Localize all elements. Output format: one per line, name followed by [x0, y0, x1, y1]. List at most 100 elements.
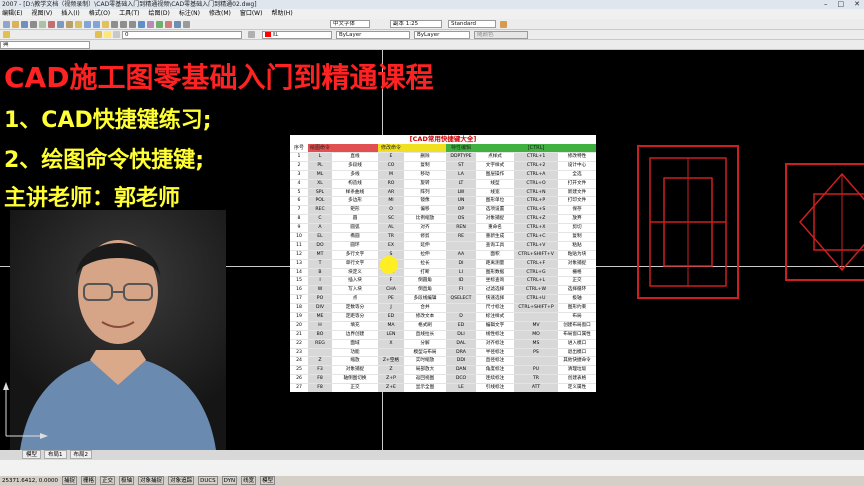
- status-toggle-3[interactable]: 极轴: [119, 476, 135, 485]
- color-select[interactable]: 红: [262, 31, 332, 39]
- table-cell: 修改特性: [567, 154, 587, 159]
- table-cell: 模型与布局: [413, 349, 437, 355]
- menu-item-6[interactable]: 标注(N): [179, 9, 200, 19]
- status-toggle-1[interactable]: 栅格: [81, 476, 97, 485]
- menu-item-3[interactable]: 格式(O): [89, 9, 110, 19]
- table-cell: CTRL+U: [514, 295, 558, 304]
- table-cell: 16: [296, 287, 302, 293]
- status-toggle-7[interactable]: DYN: [221, 476, 238, 485]
- table-cell: 镜像: [420, 198, 430, 204]
- menu-item-9[interactable]: 帮助(H): [271, 9, 292, 19]
- pan-icon[interactable]: [102, 21, 109, 28]
- lesson-point-1: 1、CAD快捷键练习;: [4, 108, 212, 133]
- paste-icon[interactable]: [66, 21, 73, 28]
- markup-icon[interactable]: [165, 21, 172, 28]
- color-swatch-icon: [265, 32, 271, 37]
- tab-1[interactable]: 布局1: [44, 450, 67, 459]
- table-cell: Z+E: [378, 384, 404, 392]
- table-cell: W: [308, 286, 332, 295]
- print-icon[interactable]: [30, 21, 37, 28]
- dim-style-select[interactable]: 副本 1:25: [390, 20, 442, 28]
- quickcalc-icon[interactable]: [174, 21, 181, 28]
- text-style-select[interactable]: 中文字体: [330, 20, 370, 28]
- table-cell: 点样式: [488, 154, 502, 159]
- reference-header-cell: [CTRL]: [514, 144, 558, 152]
- workspace-select[interactable]: 典: [0, 41, 90, 49]
- menu-item-2[interactable]: 插入(I): [61, 9, 79, 19]
- status-toggle-5[interactable]: 对象追踪: [168, 476, 195, 485]
- drawing-canvas[interactable]: CAD施工图零基础入门到精通课程 1、CAD快捷键练习; 2、绘图命令快捷键; …: [0, 50, 864, 450]
- cut-icon[interactable]: [48, 21, 55, 28]
- layer-lock-icon[interactable]: [113, 31, 120, 38]
- table-cell: 圆弧: [350, 225, 360, 231]
- table-row: 27 F8 正交 Z+E 显示全图 LE 引线标注 ATT 定义属性: [290, 383, 596, 392]
- table-row: 19 ME 定距等分 ED 修改文本 D 标注样式 布局: [290, 312, 596, 321]
- preview-icon[interactable]: [39, 21, 46, 28]
- status-toggle-9[interactable]: 模型: [260, 476, 276, 485]
- table-cell: 创建表格: [567, 376, 587, 382]
- layer-select[interactable]: 0: [122, 31, 242, 39]
- layers-toolbar: 0 红 ByLayer ByLayer 随颜色: [0, 30, 864, 40]
- table-cell: PO: [308, 295, 332, 304]
- design-center-icon[interactable]: [147, 21, 154, 28]
- table-cell: M: [378, 170, 404, 179]
- menu-item-1[interactable]: 视图(V): [31, 9, 52, 19]
- table-cell: [446, 304, 476, 313]
- open-file-icon[interactable]: [12, 21, 19, 28]
- status-toggle-6[interactable]: DUCS: [198, 476, 218, 485]
- redo-icon[interactable]: [93, 21, 100, 28]
- make-current-icon[interactable]: [248, 31, 255, 38]
- help-icon[interactable]: [183, 21, 190, 28]
- status-toggle-0[interactable]: 捕捉: [61, 476, 77, 485]
- table-cell: 21: [296, 331, 302, 337]
- table-cell: DLI: [446, 330, 476, 339]
- zoom-window-icon[interactable]: [120, 21, 127, 28]
- table-cell: J: [378, 304, 404, 313]
- zoom-realtime-icon[interactable]: [111, 21, 118, 28]
- reference-header-cell: 修改命令: [378, 144, 404, 152]
- save-icon[interactable]: [21, 21, 28, 28]
- table-cell: 2: [297, 162, 301, 168]
- match-properties-icon[interactable]: [75, 21, 82, 28]
- layer-on-icon[interactable]: [95, 31, 102, 38]
- table-row: 2 PL 多段线 CO 复制 ST 文字样式 CTRL+2 设计中心: [290, 160, 596, 170]
- properties-icon[interactable]: [138, 21, 145, 28]
- menu-item-5[interactable]: 绘图(D): [149, 9, 170, 19]
- new-file-icon[interactable]: [3, 21, 10, 28]
- table-style-select[interactable]: Standard: [448, 20, 496, 28]
- plotstyle-select[interactable]: 随颜色: [474, 31, 528, 39]
- menu-item-4[interactable]: 工具(T): [119, 9, 139, 19]
- menu-item-8[interactable]: 窗口(W): [240, 9, 263, 19]
- status-toggle-4[interactable]: 对象捕捉: [138, 476, 165, 485]
- reference-header: 序号 绘图命令 修改命令 特性编辑 [CTRL]: [290, 144, 596, 152]
- linetype-select[interactable]: ByLayer: [336, 31, 410, 39]
- tool-palettes-icon[interactable]: [156, 21, 163, 28]
- table-cell: X: [378, 339, 404, 348]
- zoom-previous-icon[interactable]: [129, 21, 136, 28]
- tab-2[interactable]: 布局2: [69, 450, 93, 459]
- close-icon[interactable]: ✕: [854, 0, 860, 9]
- copy-icon[interactable]: [57, 21, 64, 28]
- table-cell: CO: [378, 161, 404, 170]
- table-cell: DIV: [308, 304, 332, 313]
- undo-icon[interactable]: [84, 21, 91, 28]
- layer-freeze-icon[interactable]: [104, 31, 111, 38]
- table-cell: 点: [352, 296, 358, 302]
- menu-item-7[interactable]: 修改(M): [209, 9, 231, 19]
- minimize-icon[interactable]: –: [824, 0, 828, 9]
- lineweight-select[interactable]: ByLayer: [414, 31, 470, 39]
- layer-manager-icon[interactable]: [3, 31, 10, 38]
- status-toggle-8[interactable]: 线宽: [241, 476, 257, 485]
- table-cell: MO: [514, 330, 558, 339]
- table-cell: MV: [514, 321, 558, 330]
- table-row: 16 W 写入块 CHA 倒直角 FI 过滤选择 CTRL+W 选择循环: [290, 285, 596, 295]
- menu-item-0[interactable]: 编辑(E): [2, 9, 22, 19]
- table-cell: 半径标注: [485, 349, 505, 355]
- multileader-icon[interactable]: [500, 21, 507, 28]
- status-toggle-2[interactable]: 正交: [100, 476, 116, 485]
- table-cell: 坐标查询: [485, 278, 505, 284]
- tab-0[interactable]: 模型: [22, 450, 42, 459]
- table-cell: 极轴: [572, 296, 582, 302]
- command-line[interactable]: [0, 460, 864, 476]
- maximize-icon[interactable]: □: [838, 0, 845, 9]
